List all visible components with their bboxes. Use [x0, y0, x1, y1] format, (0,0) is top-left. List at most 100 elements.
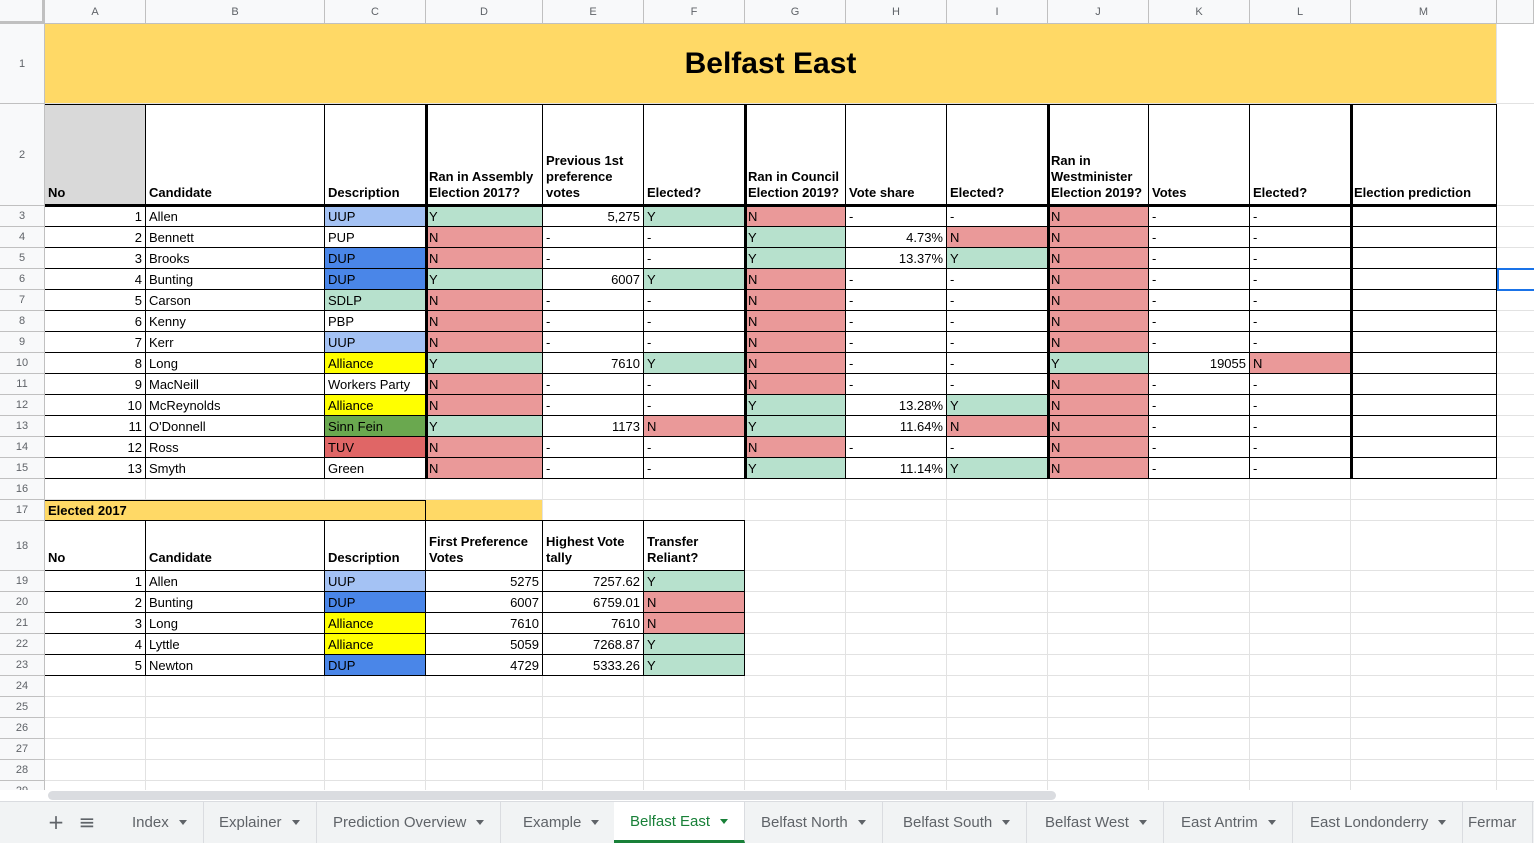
grid-cell[interactable] [1497, 290, 1534, 311]
grid-cell[interactable] [1149, 592, 1250, 613]
table-cell[interactable]: N [745, 374, 846, 395]
grid-cell[interactable] [1149, 781, 1250, 790]
table-cell[interactable]: TUV [325, 437, 426, 458]
table-cell[interactable] [1351, 353, 1497, 374]
grid-cell[interactable] [543, 479, 644, 500]
chevron-down-icon[interactable] [591, 820, 600, 825]
table-cell[interactable]: 3 [45, 613, 146, 634]
table-cell[interactable]: Bunting [146, 269, 325, 290]
table-cell[interactable]: Y [644, 353, 745, 374]
row-header[interactable]: 2 [0, 104, 45, 206]
grid-cell[interactable] [1351, 592, 1497, 613]
grid-cell[interactable] [1048, 781, 1149, 790]
table-cell[interactable]: 4.73% [846, 227, 947, 248]
grid-cell[interactable] [1250, 634, 1351, 655]
table-cell[interactable]: - [644, 227, 745, 248]
table-cell[interactable]: - [846, 311, 947, 332]
table-cell[interactable]: Green [325, 458, 426, 479]
grid-cell[interactable] [1351, 676, 1497, 697]
grid-cell[interactable] [1497, 24, 1534, 104]
table-cell[interactable]: - [1149, 269, 1250, 290]
table-cell[interactable]: N [426, 311, 543, 332]
grid-cell[interactable] [1250, 760, 1351, 781]
table-cell[interactable] [1351, 206, 1497, 227]
grid-cell[interactable] [146, 760, 325, 781]
table-cell[interactable]: - [1250, 332, 1351, 353]
table-cell[interactable]: Y [426, 416, 543, 437]
table-cell[interactable]: - [947, 290, 1048, 311]
table-cell[interactable]: - [947, 437, 1048, 458]
grid-cell[interactable] [846, 592, 947, 613]
table-cell[interactable]: 7610 [543, 613, 644, 634]
table-cell[interactable]: N [644, 592, 745, 613]
table-cell[interactable]: N [426, 227, 543, 248]
table-cell[interactable]: - [1250, 248, 1351, 269]
row-header[interactable]: 26 [0, 718, 45, 739]
grid-cell[interactable] [644, 739, 745, 760]
grid-cell[interactable] [947, 521, 1048, 571]
grid-cell[interactable] [644, 500, 745, 521]
grid-cell[interactable] [325, 760, 426, 781]
column-header-f[interactable]: F [644, 0, 745, 24]
grid-cell[interactable] [146, 676, 325, 697]
table-cell[interactable]: N [1048, 227, 1149, 248]
chevron-down-icon[interactable] [291, 820, 300, 825]
table-cell[interactable]: Alliance [325, 613, 426, 634]
table-cell[interactable]: 7 [45, 332, 146, 353]
grid-cell[interactable] [1149, 500, 1250, 521]
table-cell[interactable]: - [846, 269, 947, 290]
table-cell[interactable]: Newton [146, 655, 325, 676]
table-cell[interactable]: DUP [325, 655, 426, 676]
grid-cell[interactable] [1149, 479, 1250, 500]
row-header[interactable]: 1 [0, 24, 45, 104]
table-cell[interactable]: 7268.87 [543, 634, 644, 655]
column-header-a[interactable]: A [45, 0, 146, 24]
table-cell[interactable]: DUP [325, 248, 426, 269]
row-header[interactable]: 11 [0, 374, 45, 395]
table-cell[interactable]: Alliance [325, 353, 426, 374]
grid-cell[interactable] [745, 676, 846, 697]
grid-cell[interactable] [45, 781, 146, 790]
grid-cell[interactable] [1497, 374, 1534, 395]
table-cell[interactable]: - [846, 374, 947, 395]
grid-cell[interactable] [1497, 521, 1534, 571]
table-cell[interactable]: 7610 [426, 613, 543, 634]
grid-cell[interactable] [426, 739, 543, 760]
grid-cell[interactable] [543, 781, 644, 790]
grid-cell[interactable] [745, 739, 846, 760]
table-cell[interactable]: Y [745, 395, 846, 416]
grid-cell[interactable] [846, 697, 947, 718]
column-header-l[interactable]: L [1250, 0, 1351, 24]
grid-cell[interactable] [426, 676, 543, 697]
table-cell[interactable]: - [644, 395, 745, 416]
grid-cell[interactable] [426, 479, 543, 500]
table-cell[interactable] [1351, 290, 1497, 311]
grid-cell[interactable] [1351, 613, 1497, 634]
grid-cell[interactable] [745, 613, 846, 634]
table-cell[interactable]: - [543, 311, 644, 332]
grid-cell[interactable] [426, 781, 543, 790]
grid-cell[interactable] [1048, 521, 1149, 571]
table-cell[interactable]: Carson [146, 290, 325, 311]
table-cell[interactable]: N [745, 290, 846, 311]
grid-cell[interactable] [1250, 479, 1351, 500]
grid-cell[interactable] [947, 655, 1048, 676]
sheet-tab-east-londonderry[interactable]: East Londonderry [1294, 802, 1464, 843]
grid-cell[interactable] [846, 781, 947, 790]
grid-cell[interactable] [146, 479, 325, 500]
section-title[interactable]: Elected 2017 [45, 500, 543, 521]
grid-cell[interactable] [1048, 697, 1149, 718]
grid-cell[interactable] [745, 718, 846, 739]
table-cell[interactable]: 5059 [426, 634, 543, 655]
grid-cell[interactable] [543, 760, 644, 781]
table-cell[interactable]: 10 [45, 395, 146, 416]
grid-cell[interactable] [1048, 500, 1149, 521]
row-header[interactable]: 9 [0, 332, 45, 353]
grid-cell[interactable] [644, 697, 745, 718]
table-cell[interactable]: N [1048, 416, 1149, 437]
table-cell[interactable]: - [1250, 437, 1351, 458]
table-cell[interactable]: N [1048, 458, 1149, 479]
grid-cell[interactable] [745, 521, 846, 571]
row-header[interactable]: 12 [0, 395, 45, 416]
table-cell[interactable]: - [1149, 311, 1250, 332]
